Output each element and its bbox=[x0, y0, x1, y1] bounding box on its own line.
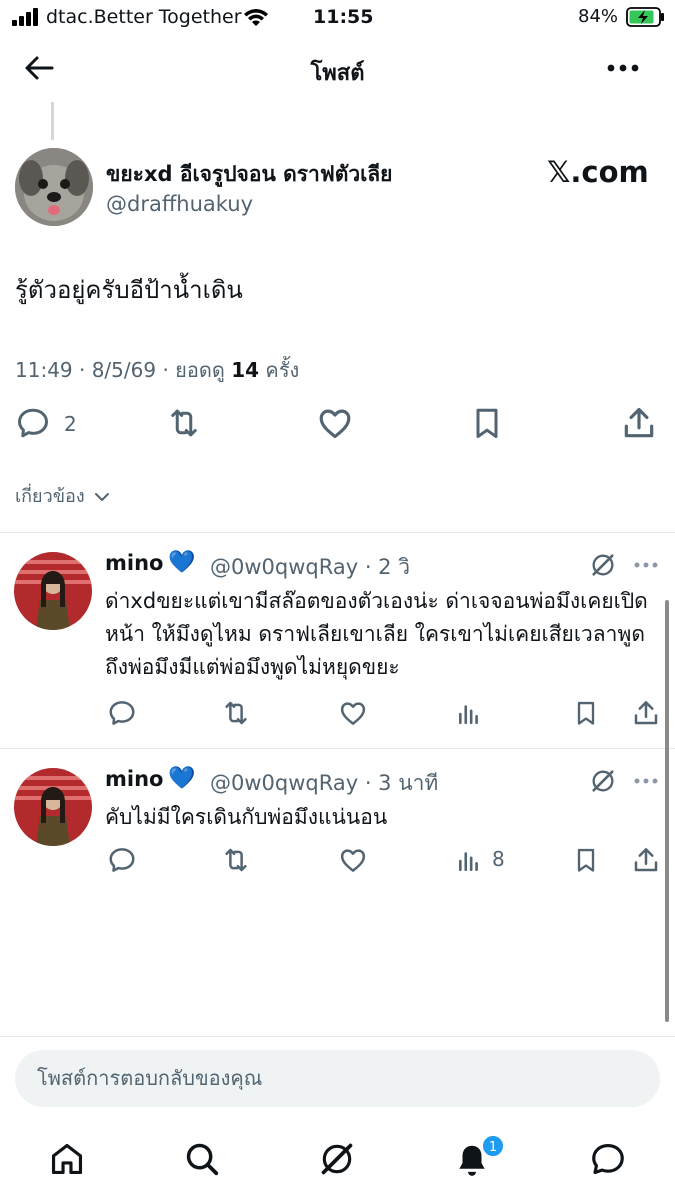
views-button[interactable]: 8 bbox=[456, 846, 516, 874]
reply-item[interactable]: mino 💙 @0w0qwqRay · 2 วิ ด่าxdขยะแต่เขาม… bbox=[0, 533, 675, 748]
related-dropdown[interactable]: เกี่ยวข้อง bbox=[15, 481, 110, 510]
related-label: เกี่ยวข้อง bbox=[15, 486, 85, 507]
chevron-down-icon bbox=[95, 493, 110, 501]
more-icon[interactable] bbox=[607, 64, 639, 72]
view-count: 14 bbox=[231, 358, 260, 382]
grok-icon[interactable] bbox=[589, 767, 617, 795]
bookmark-icon[interactable] bbox=[572, 698, 600, 728]
post-timestamp: 11:49 · 8/5/69 · ยอดดู bbox=[15, 358, 232, 382]
reply-text: คับไม่มีใครเดินกับพ่อมึงแน่นอน bbox=[105, 805, 388, 829]
wifi-icon bbox=[244, 9, 268, 26]
reply-handle-time[interactable]: @0w0qwqRay · 2 วิ bbox=[210, 551, 410, 584]
tab-bar bbox=[0, 1125, 675, 1200]
dog-avatar-image bbox=[15, 148, 93, 226]
thread-connector bbox=[51, 102, 54, 140]
retweet-icon[interactable] bbox=[164, 405, 204, 441]
like-icon[interactable] bbox=[316, 404, 354, 442]
views-icon[interactable] bbox=[456, 699, 482, 727]
retweet-icon[interactable] bbox=[219, 845, 253, 875]
more-icon[interactable] bbox=[634, 778, 658, 784]
blue-heart-icon: 💙 bbox=[168, 766, 196, 791]
avatar[interactable] bbox=[14, 552, 92, 630]
messages-icon[interactable] bbox=[589, 1140, 627, 1178]
blue-heart-icon: 💙 bbox=[168, 550, 196, 575]
post-text: รู้ตัวอยู่ครับอีป้าน้ำเดิน bbox=[15, 276, 243, 304]
battery-percent: 84% bbox=[578, 6, 619, 27]
grok-icon[interactable] bbox=[318, 1140, 356, 1178]
author-name[interactable]: ขยะxd อีเจรูปจอน ดราฟตัวเลีย bbox=[106, 158, 392, 191]
reply-input[interactable] bbox=[37, 1066, 637, 1090]
post-meta: 11:49 · 8/5/69 · ยอดดู 14 ครั้ง bbox=[15, 354, 299, 386]
scrollbar[interactable] bbox=[665, 600, 669, 1022]
reply-handle-time[interactable]: @0w0qwqRay · 3 นาที bbox=[210, 767, 438, 800]
battery-icon bbox=[626, 7, 664, 27]
user-avatar-image bbox=[14, 768, 92, 846]
divider bbox=[0, 1036, 675, 1037]
view-suffix: ครั้ง bbox=[259, 358, 300, 382]
reply-button[interactable]: 2 bbox=[15, 405, 85, 441]
status-bar: dtac.Better Together 11:55 84% bbox=[0, 0, 675, 36]
views-count: 8 bbox=[492, 847, 505, 871]
user-avatar-image bbox=[14, 552, 92, 630]
more-icon[interactable] bbox=[634, 562, 658, 568]
bookmark-icon[interactable] bbox=[469, 404, 505, 442]
carrier-name: dtac.Better Together bbox=[46, 6, 242, 28]
status-time: 11:55 bbox=[313, 6, 374, 28]
reply-icon bbox=[18, 408, 48, 438]
home-icon[interactable] bbox=[48, 1140, 86, 1178]
reply-author-name[interactable]: mino bbox=[105, 551, 163, 575]
share-icon[interactable] bbox=[620, 404, 658, 442]
retweet-icon[interactable] bbox=[219, 698, 253, 728]
author-handle[interactable]: @draffhuakuy bbox=[106, 192, 253, 216]
share-icon[interactable] bbox=[631, 698, 661, 728]
share-icon[interactable] bbox=[631, 845, 661, 875]
notification-badge: 1 bbox=[481, 1134, 505, 1158]
avatar[interactable] bbox=[15, 148, 93, 226]
like-icon[interactable] bbox=[338, 698, 368, 728]
page-title: โพสต์ bbox=[310, 61, 365, 86]
grok-icon[interactable] bbox=[589, 551, 617, 579]
like-icon[interactable] bbox=[338, 845, 368, 875]
views-icon bbox=[459, 852, 478, 872]
search-icon[interactable] bbox=[183, 1140, 221, 1178]
reply-text: ด่าxdขยะแต่เขามีสล๊อตของตัวเองน่ะ ด่าเจจ… bbox=[105, 589, 648, 679]
source-label: 𝕏.com bbox=[547, 155, 649, 189]
avatar[interactable] bbox=[14, 768, 92, 846]
bookmark-icon[interactable] bbox=[572, 845, 600, 875]
reply-item[interactable]: mino 💙 @0w0qwqRay · 3 นาที คับไม่มีใครเด… bbox=[0, 749, 675, 899]
reply-icon[interactable] bbox=[107, 845, 137, 875]
signal-icon bbox=[12, 8, 38, 26]
reply-composer[interactable] bbox=[15, 1050, 660, 1107]
reply-icon[interactable] bbox=[107, 698, 137, 728]
reply-count: 2 bbox=[64, 412, 77, 436]
reply-author-name[interactable]: mino bbox=[105, 767, 163, 791]
